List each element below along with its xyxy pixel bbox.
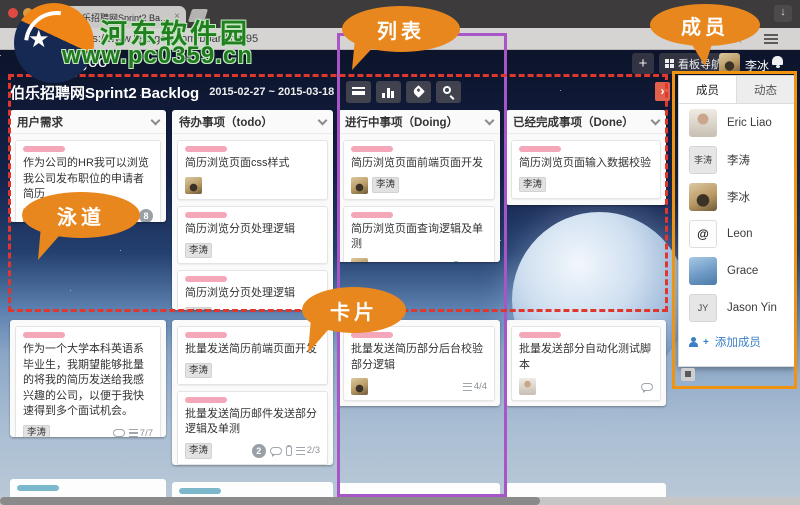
card-title: 批量发送部分自动化测试脚本: [519, 342, 653, 373]
annotation-list-callout: 列表: [342, 6, 460, 52]
card-label: [519, 332, 561, 338]
card-label: [17, 485, 59, 491]
notification-bell-icon[interactable]: [772, 56, 783, 65]
card-label: [185, 332, 227, 338]
card-badge: 2: [252, 444, 266, 458]
card-label: [179, 488, 221, 494]
screenshot-root: 伯乐招聘网Sprint2 Backlog × ↓ ‹ https://www.l…: [0, 0, 800, 505]
column-done-lane2: 批量发送部分自动化测试脚本 添加卡片: [506, 320, 666, 406]
grid-icon: [665, 59, 674, 68]
horizontal-scrollbar[interactable]: [0, 497, 800, 505]
column-todo-lane2: 批量发送简历前端页面开发 李涛 批量发送简历邮件发送部分逻辑及单测 李涛 2 2…: [172, 320, 333, 465]
comment-icon: [641, 383, 653, 391]
scrollbar-thumb[interactable]: [0, 497, 540, 505]
card-title: 批量发送简历邮件发送部分逻辑及单测: [185, 407, 320, 438]
add-card-button[interactable]: 添加卡片: [506, 401, 666, 406]
card[interactable]: 批量发送部分自动化测试脚本: [511, 326, 661, 401]
annotation-members-rect: [672, 71, 797, 389]
paperclip-icon: [286, 445, 292, 456]
watermark-site-url: www.pc0359.cn: [62, 42, 253, 70]
comment-icon: [113, 429, 125, 437]
add-board-button[interactable]: +: [632, 53, 654, 74]
browser-menu-icon[interactable]: [764, 34, 778, 44]
card[interactable]: 作为一个大学本科英语系毕业生，我期望能够批量的将我的简历发送给我感兴趣的公司，以…: [15, 326, 161, 437]
annotation-members-callout: 成员: [650, 4, 760, 46]
column-user-requirements-lane2: 作为一个大学本科英语系毕业生，我期望能够批量的将我的简历发送给我感兴趣的公司，以…: [10, 320, 166, 437]
card[interactable]: 批量发送简历前端页面开发 李涛: [177, 326, 328, 385]
member-chip: 李涛: [23, 425, 50, 437]
member-chip: 李涛: [185, 363, 212, 378]
close-window-button[interactable]: [8, 8, 18, 18]
checklist-indicator: 2/3: [296, 445, 320, 456]
comment-icon: [270, 447, 282, 455]
board-nav-label: 看板导航: [678, 56, 722, 72]
checklist-icon: [296, 447, 305, 455]
annotation-swimlane-callout: 泳道: [22, 192, 140, 238]
annotation-swimlane-rect: [8, 74, 668, 312]
card-title: 批量发送简历前端页面开发: [185, 342, 320, 358]
card-label: [185, 397, 227, 403]
checklist-icon: [129, 429, 138, 437]
card-title: 作为一个大学本科英语系毕业生，我期望能够批量的将我的简历发送给我感兴趣的公司，以…: [23, 342, 153, 420]
card-avatar: [519, 378, 536, 395]
member-chip: 李涛: [185, 443, 212, 458]
download-icon[interactable]: ↓: [774, 5, 792, 22]
card-label: [23, 332, 65, 338]
annotation-card-callout: 卡片: [302, 287, 406, 333]
checklist-indicator: 7/7: [129, 428, 153, 437]
card[interactable]: 批量发送简历邮件发送部分逻辑及单测 李涛 2 2/3: [177, 391, 328, 465]
